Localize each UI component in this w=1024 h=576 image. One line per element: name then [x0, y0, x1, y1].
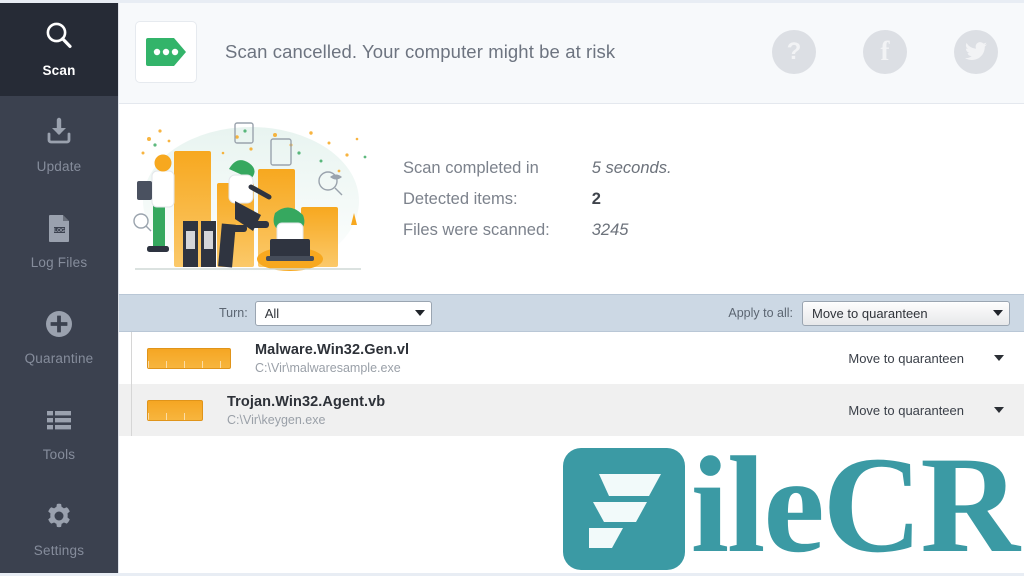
green-tag-dots-icon: [146, 37, 186, 66]
row-action-label: Move to quaranteen: [848, 350, 964, 366]
row-action-select[interactable]: Move to quaranteen: [848, 403, 1004, 418]
stat-label: Files were scanned:: [403, 220, 550, 239]
sidebar-item-scan[interactable]: Scan: [0, 0, 118, 96]
sidebar-item-label: Scan: [42, 63, 76, 78]
sidebar-item-label: Tools: [42, 447, 76, 462]
tree-connector: [131, 384, 140, 436]
threat-info: Trojan.Win32.Agent.vb C:\Vir\keygen.exe: [227, 394, 385, 427]
filter-bar: Turn: All Apply to all: Move to quarante…: [119, 294, 1024, 332]
status-message: Scan cancelled. Your computer might be a…: [225, 40, 616, 62]
chevron-down-icon: [414, 310, 425, 316]
sidebar-item-label: Update: [36, 159, 82, 174]
apply-to-all-select[interactable]: Move to quaranteen: [802, 300, 1010, 326]
people-and-bar-chart-illustration: [125, 109, 377, 289]
list-icon: [41, 402, 77, 438]
stat-label: Scan completed in: [403, 158, 539, 177]
threat-severity-chip: [147, 347, 231, 369]
window-top-edge: [0, 0, 1024, 3]
search-icon: [41, 18, 77, 54]
threat-info: Malware.Win32.Gen.vl C:\Vir\malwaresampl…: [255, 342, 409, 375]
plus-circle-icon: [41, 306, 77, 342]
apply-to-all-group: Apply to all: Move to quaranteen: [728, 300, 1010, 326]
threat-name: Trojan.Win32.Agent.vb: [227, 393, 386, 410]
sidebar-item-update[interactable]: Update: [0, 96, 118, 192]
table-row[interactable]: Trojan.Win32.Agent.vb C:\Vir\keygen.exe …: [119, 384, 1024, 436]
filter-label: Turn:: [219, 306, 248, 320]
gear-icon: [41, 498, 77, 534]
row-action-select[interactable]: Move to quaranteen: [848, 351, 1004, 366]
row-action-label: Move to quaranteen: [848, 402, 964, 418]
chevron-down-icon: [993, 310, 1003, 316]
threat-severity-chip: [147, 399, 203, 421]
stat-value: 2: [591, 189, 601, 208]
tree-connector: [131, 332, 140, 384]
threat-list: Malware.Win32.Gen.vl C:\Vir\malwaresampl…: [119, 332, 1024, 576]
filter-select-value: All: [264, 305, 280, 321]
sidebar-item-log-files[interactable]: LOG Log Files: [0, 192, 118, 288]
facebook-icon: f: [880, 36, 890, 66]
status-badge: [135, 20, 197, 83]
log-file-icon: LOG: [41, 210, 77, 246]
chevron-down-icon: [994, 407, 1004, 413]
sidebar-item-label: Log Files: [30, 255, 88, 270]
stat-label: Detected items:: [403, 189, 518, 208]
sidebar: Scan Update LOG Log Files Quarantine Too…: [0, 0, 118, 576]
main-content: Scan cancelled. Your computer might be a…: [118, 0, 1024, 576]
question-mark-icon: ?: [786, 37, 802, 65]
sidebar-item-label: Quarantine: [24, 351, 94, 366]
apply-to-all-value: Move to quaranteen: [812, 305, 928, 321]
scan-summary: Scan completed in 5 seconds. Detected it…: [119, 104, 1024, 294]
apply-to-all-label: Apply to all:: [728, 306, 793, 320]
threat-name: Malware.Win32.Gen.vl: [255, 341, 410, 358]
threat-path: C:\Vir\malwaresample.exe: [255, 360, 401, 375]
threat-path: C:\Vir\keygen.exe: [227, 412, 326, 427]
facebook-button[interactable]: f: [863, 29, 907, 74]
filter-group: Turn: All: [219, 300, 432, 326]
stat-value: 3245: [591, 220, 629, 239]
help-button[interactable]: ?: [772, 29, 816, 74]
header-actions: ? f: [772, 29, 998, 74]
table-row[interactable]: Malware.Win32.Gen.vl C:\Vir\malwaresampl…: [119, 332, 1024, 384]
sidebar-item-label: Settings: [33, 543, 85, 558]
svg-text:LOG: LOG: [54, 228, 65, 234]
antivirus-app-window: Scan Update LOG Log Files Quarantine Too…: [0, 0, 1024, 576]
sidebar-item-tools[interactable]: Tools: [0, 384, 118, 480]
download-icon: [41, 114, 77, 150]
chevron-down-icon: [994, 355, 1004, 361]
sidebar-item-quarantine[interactable]: Quarantine: [0, 288, 118, 384]
status-header: Scan cancelled. Your computer might be a…: [119, 0, 1024, 104]
sidebar-item-settings[interactable]: Settings: [0, 480, 118, 576]
filter-select[interactable]: All: [254, 300, 432, 326]
scan-stats: Scan completed in 5 seconds. Detected it…: [403, 159, 672, 240]
twitter-icon: [965, 42, 987, 61]
twitter-button[interactable]: [954, 29, 998, 74]
stat-value: 5 seconds.: [591, 158, 672, 177]
